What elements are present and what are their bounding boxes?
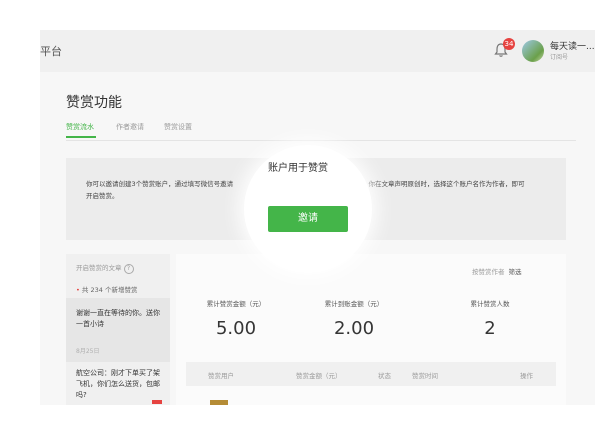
author-filter[interactable]: 按赞赏作者 筛选	[472, 266, 522, 276]
platform-brand: 平台	[40, 45, 62, 58]
sidebar-header-label: 开启赞赏的文章	[76, 264, 122, 272]
column-header-amount: 赞赏金额（元）	[296, 372, 342, 380]
row-avatar	[210, 400, 228, 405]
list-item-title: 谢谢一直在等待的你。送你一首小诗	[76, 309, 160, 328]
column-header-time: 赞赏时间	[412, 372, 438, 380]
divider	[66, 140, 576, 141]
column-header-status: 状态	[378, 372, 391, 380]
new-reward-count: • 共 234 个新增赞赏	[76, 284, 137, 294]
stat-total-amount: 累计赞赏金额（元） 5.00	[176, 298, 296, 339]
stat-label: 累计到账金额（元）	[324, 300, 384, 308]
notice-text-1: 你可以邀请创建3个赞赏账户，通过填写微信号邀请	[86, 180, 234, 188]
help-icon[interactable]: ?	[123, 264, 134, 274]
new-marker	[152, 400, 162, 404]
list-item[interactable]: 谢谢一直在等待的你。送你一首小诗 8月25日	[66, 298, 170, 362]
article-sidebar: 开启赞赏的文章? • 共 234 个新增赞赏 谢谢一直在等待的你。送你一首小诗 …	[66, 254, 170, 405]
tab-reward-settings[interactable]: 赞赏设置	[164, 122, 192, 132]
stat-received-amount: 累计到账金额（元） 2.00	[294, 298, 414, 339]
notification-badge: 34	[503, 38, 515, 50]
stat-reward-count: 累计赞赏人数 2	[430, 298, 550, 339]
dot-icon: •	[76, 286, 80, 294]
new-reward-count-text: 共 234 个新增赞赏	[81, 286, 138, 294]
list-item[interactable]: 航空公司：刚才下单买了架飞机，你们怎么送货，包邮吗?	[66, 362, 170, 405]
stats-panel: 按赞赏作者 筛选 累计赞赏金额（元） 5.00 累计到账金额（元） 2.00 累计…	[176, 254, 566, 405]
account-avatar[interactable]	[522, 40, 544, 62]
list-item-title: 航空公司：刚才下单买了架飞机，你们怎么送货，包邮吗?	[76, 369, 160, 399]
list-item-date: 8月25日	[76, 348, 100, 355]
column-header-actions: 操作	[520, 372, 533, 380]
notice-text-1-end: 。你在文章声明原创时，选择这个账户名作为作者，即可	[362, 180, 525, 188]
column-header-user: 赞赏用户	[208, 372, 234, 380]
page-title: 赞赏功能	[66, 95, 122, 111]
spotlight: 账户用于赞赏 邀请	[244, 145, 372, 273]
table-header: 赞赏用户 赞赏金额（元） 状态 赞赏时间 操作	[186, 362, 556, 386]
sidebar-header: 开启赞赏的文章?	[76, 262, 134, 274]
tab-author-invite[interactable]: 作者邀请	[116, 122, 144, 132]
stat-value: 2.00	[333, 318, 375, 339]
account-type: 订阅号	[550, 54, 569, 61]
invite-button[interactable]: 邀请	[268, 206, 348, 232]
tab-reward-flow[interactable]: 赞赏流水	[66, 122, 94, 132]
stat-value: 2	[484, 318, 496, 339]
notice-text-2: 开启赞赏。	[86, 192, 119, 200]
active-tab-indicator	[66, 136, 96, 138]
spotlight-text: 账户用于赞赏	[268, 163, 328, 174]
top-bar: 平台 34 每天读一... 订阅号 ⌄	[40, 30, 595, 72]
filter-button[interactable]: 筛选	[509, 268, 522, 276]
account-name[interactable]: 每天读一...	[550, 39, 595, 52]
stat-label: 累计赞赏人数	[470, 300, 510, 308]
stat-value: 5.00	[215, 318, 257, 339]
stat-label: 累计赞赏金额（元）	[206, 300, 266, 308]
author-filter-label: 按赞赏作者	[472, 268, 505, 276]
